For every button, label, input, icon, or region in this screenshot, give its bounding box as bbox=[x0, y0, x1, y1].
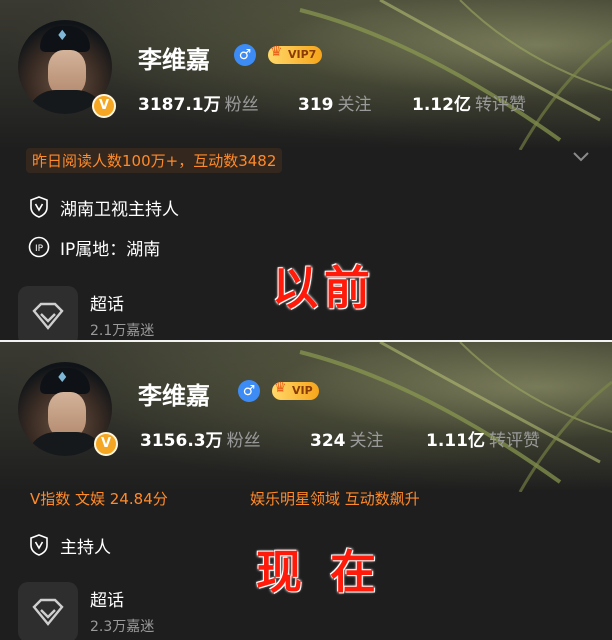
svg-text:IP: IP bbox=[35, 244, 44, 254]
super-topic-fans: 2.1万嘉迷 bbox=[90, 323, 155, 339]
super-topic-box bbox=[18, 286, 78, 342]
vip-label: VIP bbox=[292, 384, 313, 397]
verified-v-icon: V bbox=[92, 94, 116, 118]
ip-location-text: IP属地：湖南 bbox=[60, 239, 161, 260]
following-count: 319 bbox=[298, 95, 334, 115]
following-stat[interactable]: 324 关注 bbox=[310, 426, 384, 451]
vip-badge[interactable]: ♛ VIP bbox=[272, 380, 319, 400]
role-row: 主持人 bbox=[28, 532, 111, 558]
fans-count: 3156.3万 bbox=[140, 431, 223, 451]
super-topic-card[interactable]: 超话 2.3万嘉迷 bbox=[18, 582, 278, 640]
reading-highlight: 昨日阅读人数100万+，互动数3482 bbox=[26, 148, 283, 173]
crown-icon: ♛ bbox=[270, 44, 283, 60]
diamond-icon bbox=[32, 302, 64, 330]
username: 李维嘉 bbox=[138, 46, 210, 74]
v-index[interactable]: V指数 文娱 24.84分 bbox=[30, 488, 168, 509]
super-topic-card[interactable]: 超话 2.1万嘉迷 bbox=[18, 286, 278, 342]
shield-v-icon bbox=[28, 196, 50, 218]
fans-label: 粉丝 bbox=[226, 431, 261, 451]
vip-badge[interactable]: ♛ VIP7 bbox=[268, 44, 323, 64]
stats-row: 3187.1万 粉丝 319 关注 1.12亿 转评赞 bbox=[138, 90, 598, 115]
fans-stat[interactable]: 3187.1万 粉丝 bbox=[138, 90, 259, 115]
following-label: 关注 bbox=[349, 431, 384, 451]
diamond-icon bbox=[32, 598, 64, 626]
fans-label: 粉丝 bbox=[224, 95, 259, 115]
vip-label: VIP7 bbox=[288, 48, 317, 61]
super-topic-title: 超话 bbox=[90, 295, 124, 315]
super-topic-title: 超话 bbox=[90, 591, 124, 611]
chevron-down-icon[interactable] bbox=[572, 148, 590, 167]
likes-count: 1.12亿 bbox=[412, 95, 471, 115]
following-stat[interactable]: 319 关注 bbox=[298, 90, 372, 115]
super-topic-fans: 2.3万嘉迷 bbox=[90, 619, 155, 635]
following-count: 324 bbox=[310, 431, 346, 451]
ip-location-icon: IP bbox=[28, 236, 50, 258]
fans-count: 3187.1万 bbox=[138, 95, 221, 115]
username: 李维嘉 bbox=[138, 382, 210, 410]
fans-stat[interactable]: 3156.3万 粉丝 bbox=[140, 426, 261, 451]
likes-stat[interactable]: 1.11亿 转评赞 bbox=[426, 426, 540, 451]
profile-panel-now: ♦ V 李维嘉 ♂ ♛ VIP 3156.3万 粉丝 324 关注 1.11亿 转评赞… bbox=[0, 342, 612, 640]
likes-label: 转评赞 bbox=[474, 95, 526, 115]
role-text: 湖南卫视主持人 bbox=[60, 199, 179, 220]
likes-count: 1.11亿 bbox=[426, 431, 485, 451]
shield-v-icon bbox=[28, 534, 50, 556]
likes-label: 转评赞 bbox=[488, 431, 540, 451]
overlay-label-now: 现 在 bbox=[256, 545, 383, 599]
role-text: 主持人 bbox=[60, 537, 111, 558]
interaction-highlight[interactable]: 娱乐明星领域 互动数飙升 bbox=[250, 488, 420, 509]
stats-row: 3156.3万 粉丝 324 关注 1.11亿 转评赞 bbox=[138, 426, 598, 451]
likes-stat[interactable]: 1.12亿 转评赞 bbox=[412, 90, 526, 115]
following-label: 关注 bbox=[337, 95, 372, 115]
profile-panel-before: ♦ V 李维嘉 ♂ ♛ VIP7 3187.1万 粉丝 319 关注 1.12亿 转评… bbox=[0, 0, 612, 342]
super-topic-box bbox=[18, 582, 78, 640]
crown-icon: ♛ bbox=[274, 380, 287, 396]
male-icon: ♂ bbox=[234, 44, 256, 66]
ip-row: IP IP属地：湖南 bbox=[28, 234, 160, 260]
verified-v-icon: V bbox=[94, 432, 118, 456]
role-row: 湖南卫视主持人 bbox=[28, 194, 179, 220]
male-icon: ♂ bbox=[238, 380, 260, 402]
overlay-label-before: 以前 bbox=[272, 261, 376, 315]
